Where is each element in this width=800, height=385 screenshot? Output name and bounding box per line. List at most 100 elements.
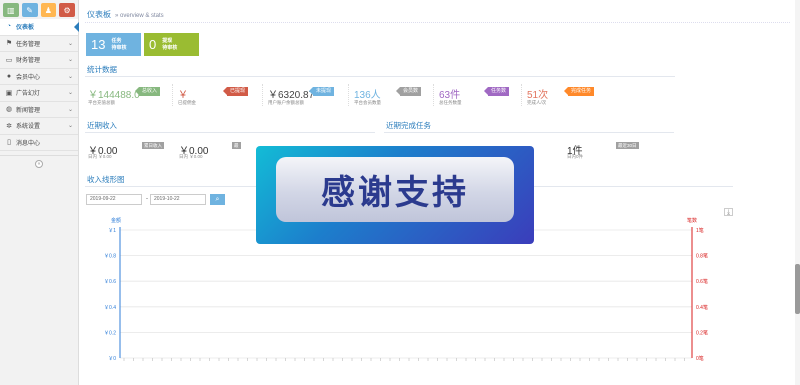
thanks-banner-text: 感谢支持: [321, 173, 469, 213]
chart-icon[interactable]: ▥: [3, 3, 19, 17]
pencil-icon[interactable]: ✎: [21, 3, 38, 17]
stat-label: 完成人/次: [527, 100, 547, 105]
stat-label: 用户账户余额总额: [268, 100, 304, 105]
sidebar-item-label: 新闻管理: [16, 107, 41, 114]
sidebar-item[interactable]: ▣ 广告幻灯 ⌄: [0, 85, 78, 102]
stat-card: 51次 完成人/次 完成任务: [524, 84, 610, 110]
income-tag: 累日收入: [142, 142, 164, 149]
income-tag: 最: [232, 142, 241, 149]
chevron-down-icon: ⌄: [67, 106, 73, 113]
tile-value: 13: [91, 37, 106, 52]
tile-label: 待审核: [162, 44, 178, 51]
stat-card: ￥ 已提佣金 已提现: [175, 84, 261, 110]
flag-icon: ⚑: [5, 40, 13, 48]
y-tick-label-right: 0.8笔: [696, 253, 708, 260]
y-tick-label-left: ￥0.6: [104, 279, 116, 285]
recent-income-title: 近期收入: [87, 121, 117, 130]
users-icon[interactable]: ♟: [40, 3, 57, 17]
stat-label: 总任务数量: [439, 100, 462, 105]
thanks-banner: 感谢支持: [256, 146, 534, 244]
chevron-down-icon: ⌄: [67, 123, 73, 130]
page-subtitle: » overview & stats: [115, 13, 164, 19]
withdraw-pending-tile[interactable]: 0 提现 待审核: [144, 33, 199, 56]
page-scrollbar-thumb[interactable]: [795, 264, 800, 314]
chevron-down-icon: ⌄: [67, 73, 73, 80]
recent-task-sub: 日内0件: [567, 154, 584, 159]
stat-value: ￥144488.0: [88, 90, 140, 101]
stats-section-title: 统计数据: [87, 65, 117, 74]
film-icon: ▣: [5, 89, 13, 97]
income-chart-title: 收入线形图: [87, 175, 125, 184]
income-sub: 日内 ￥0.00: [88, 154, 112, 159]
stat-badge: 未提现: [308, 87, 335, 96]
search-icon: ⌕: [215, 195, 220, 203]
task-pending-tile[interactable]: 13 任务 待审核: [86, 33, 141, 56]
page-scrollbar[interactable]: [795, 0, 800, 385]
y-axis-title-right: 笔数: [687, 217, 697, 224]
stat-badge: 会员数: [395, 87, 422, 96]
income-card: ￥0.00 日内 ￥0.00 累日收入: [85, 140, 171, 164]
y-tick-label-left: ￥0.2: [104, 330, 116, 336]
main-content: 仪表板 » overview & stats 13 任务 待审核 0 提现 待审核 统…: [80, 0, 795, 385]
y-tick-label-right: 0.2笔: [696, 329, 708, 336]
recent-task-tag: 最近30日: [616, 142, 639, 149]
tile-label: 任务: [111, 37, 122, 44]
y-tick-label-right: 1笔: [696, 227, 704, 234]
sidebar-nav: ◔ 仪表板 ⚑ 任务管理 ⌄ ▭ 财务管理 ⌄ ● 会员中心 ⌄ ▣ 广告幻灯 ⌄ ◍ 新闻管理 ⌄ ✲ 系统设置 ⌄…: [0, 19, 79, 151]
globe-icon: ◍: [5, 106, 13, 114]
date-range-separator: -: [146, 196, 148, 202]
thanks-banner-panel: 感谢支持: [276, 157, 514, 222]
y-tick-label-right: 0.4笔: [696, 304, 708, 311]
stat-card: ￥6320.87 用户账户余额总额 未提现: [265, 84, 351, 110]
stat-value: 136人: [354, 90, 381, 101]
y-tick-label-left: ￥0.4: [104, 305, 116, 311]
sidebar-item[interactable]: ◍ 新闻管理 ⌄: [0, 102, 78, 118]
sidebar-item[interactable]: ◔ 仪表板: [0, 19, 79, 36]
income-sub: 日内 ￥0.00: [179, 154, 203, 159]
chevron-down-icon: ⌄: [67, 57, 73, 64]
page-title-text: 仪表板: [87, 10, 111, 19]
stat-value: ￥6320.87: [268, 90, 315, 101]
chevron-down-icon: ⌄: [67, 90, 73, 97]
sidebar-item-label: 仪表板: [16, 25, 35, 32]
stat-badge: 任务数: [483, 87, 510, 96]
sidebar-item-label: 会员中心: [16, 74, 41, 81]
sidebar-shortcuts: ▥ ✎ ♟ ⚙: [0, 0, 78, 19]
stat-label: 已提佣金: [178, 100, 196, 105]
stat-value: 51次: [527, 90, 549, 101]
tile-label: 待审核: [111, 44, 127, 51]
stat-card: ￥144488.0 平台充值总额 总收入: [85, 84, 171, 110]
stat-value: 63件: [439, 90, 461, 101]
sidebar-collapse-button[interactable]: «: [35, 160, 43, 168]
sidebar-item[interactable]: ● 会员中心 ⌄: [0, 69, 78, 85]
sidebar-item-label: 系统设置: [16, 124, 41, 131]
stat-badge: 完成任务: [563, 87, 595, 96]
stat-card: 63件 总任务数量 任务数: [436, 84, 522, 110]
stat-card: 136人 平台会员数量 会员数: [351, 84, 437, 110]
stat-badge: 总收入: [134, 87, 161, 96]
sidebar-item[interactable]: ▯ 消息中心: [0, 135, 78, 151]
cogs-icon[interactable]: ⚙: [59, 3, 75, 17]
sidebar-item-label: 财务管理: [16, 58, 41, 65]
stat-label: 平台充值总额: [88, 100, 115, 105]
sidebar-item[interactable]: ⚑ 任务管理 ⌄: [0, 36, 78, 52]
sidebar-item[interactable]: ✲ 系统设置 ⌄: [0, 118, 78, 135]
y-tick-label-left: ￥0.8: [104, 254, 116, 260]
tile-value: 0: [149, 37, 157, 52]
y-tick-label-right: 0.6笔: [696, 278, 708, 285]
date-to-input[interactable]: 2019-10-22: [150, 194, 206, 205]
bookmark-icon: ▯: [7, 139, 11, 147]
sidebar-item-label: 消息中心: [16, 140, 41, 147]
chevron-down-icon: ⌄: [67, 40, 73, 47]
y-tick-label-left: ￥1: [108, 228, 116, 234]
income-card: ￥0.00 日内 ￥0.00 最: [176, 140, 256, 164]
sidebar-item[interactable]: ▭ 财务管理 ⌄: [0, 52, 78, 69]
tile-label: 提现: [162, 37, 173, 44]
stat-badge: 已提现: [222, 87, 249, 96]
y-tick-label-left: ￥0: [108, 356, 116, 362]
page-title: 仪表板 » overview & stats: [87, 9, 164, 20]
y-axis-title-left: 金额: [111, 217, 121, 224]
date-from-input[interactable]: 2019-09-22: [86, 194, 142, 205]
sidebar: ▥ ✎ ♟ ⚙ ◔ 仪表板 ⚑ 任务管理 ⌄ ▭ 财务管理 ⌄ ● 会员中心 ⌄ ▣ 广告幻灯 ⌄ ◍ 新闻管…: [0, 0, 79, 385]
search-button[interactable]: ⌕: [210, 194, 225, 205]
